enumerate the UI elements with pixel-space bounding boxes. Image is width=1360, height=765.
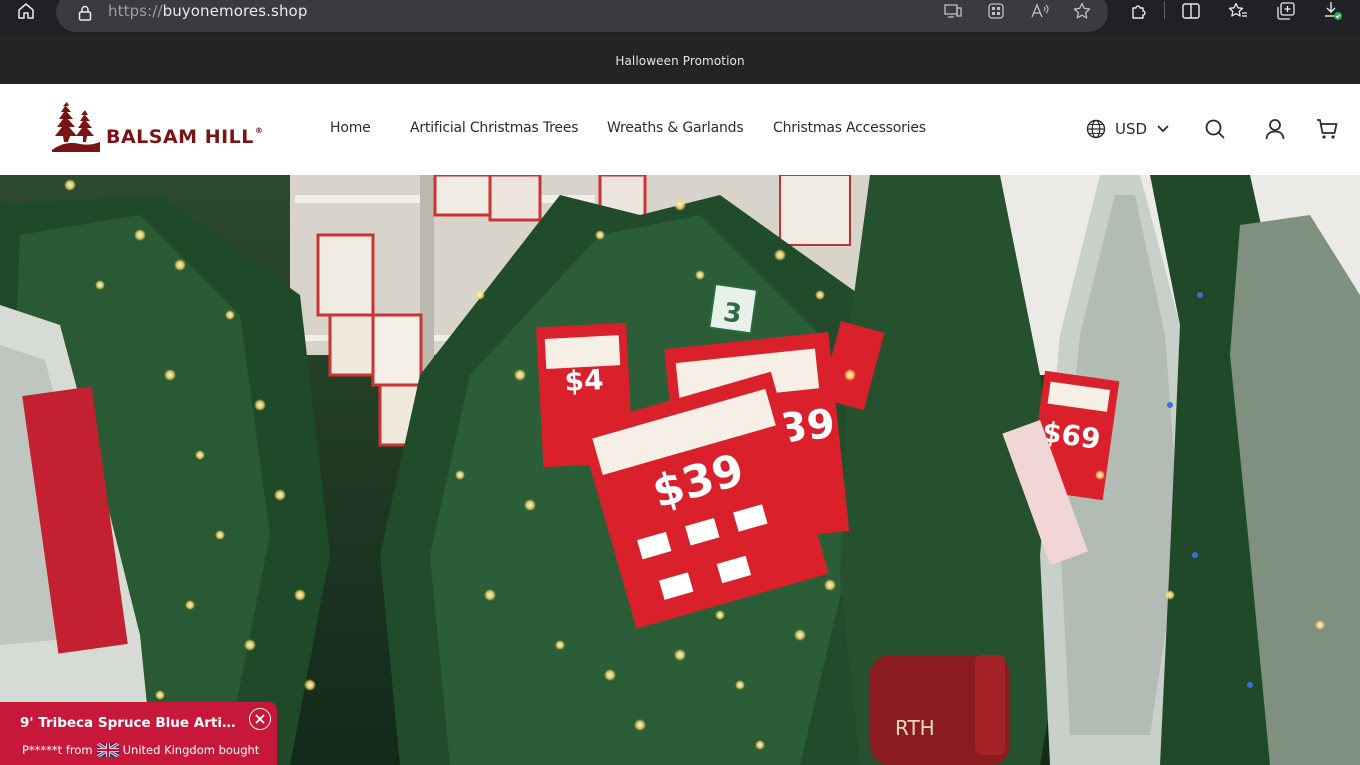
device-icon[interactable] [942,0,964,22]
extensions-icon[interactable] [1128,0,1150,22]
downloads-icon[interactable] [1322,0,1344,22]
toolbar-separator [1164,1,1165,19]
favorites-icon[interactable] [1227,0,1249,22]
logo-registered-mark: ® [254,126,264,135]
search-icon[interactable] [1204,118,1226,140]
collections-icon[interactable] [1275,0,1297,22]
url-host: buyonemores.shop [162,2,308,20]
url-text: https://buyonemores.shop [108,2,307,20]
home-icon[interactable] [12,0,40,22]
url-scheme: https:// [108,2,163,20]
browser-toolbar: https://buyonemores.shop [0,0,1360,37]
promo-text: Halloween Promotion [615,53,745,68]
hero-banner-image[interactable]: RTH $4 $39 $39 $69 3 [0,175,1360,765]
nav-artificial-christmas-trees[interactable]: Artificial Christmas Trees [410,120,579,136]
read-aloud-icon[interactable] [1029,0,1051,22]
uk-flag-icon [96,743,119,757]
tree-logo-icon [52,102,100,152]
lock-icon [77,4,93,22]
account-icon[interactable] [1264,118,1286,140]
site-logo[interactable]: BALSAM HILL® [50,100,280,160]
nav-home[interactable]: Home [330,120,371,136]
promo-bar[interactable]: Halloween Promotion [0,37,1360,84]
notification-buyer-line: P*****t from United Kingdom bought [22,743,259,757]
notification-buyer: P*****t from [22,743,93,757]
site-header: BALSAM HILL® Home Artificial Christmas T… [0,84,1360,175]
logo-text: BALSAM HILL® [106,126,263,148]
split-screen-icon[interactable] [1180,0,1202,22]
currency-selector[interactable]: USD [1086,119,1170,139]
logo-name: BALSAM HILL [106,126,254,148]
close-icon[interactable] [249,708,271,730]
chevron-down-icon [1157,125,1169,133]
nav-christmas-accessories[interactable]: Christmas Accessories [773,120,926,136]
apps-icon[interactable] [985,0,1007,22]
favorite-star-icon[interactable] [1071,0,1093,22]
website: Halloween Promotion BALSAM HILL® Home Ar… [0,37,1360,765]
nav-wreaths-garlands[interactable]: Wreaths & Garlands [607,120,744,136]
notification-product-title[interactable]: 9' Tribeca Spruce Blue Artificial ... [20,715,240,731]
price-tag-4: $4 [564,363,605,398]
mailbox-text: RTH [895,716,935,740]
notification-country: United Kingdom bought [122,743,260,757]
globe-icon [1086,119,1106,139]
cart-icon[interactable] [1316,118,1338,140]
currency-label: USD [1115,120,1148,138]
purchase-notification[interactable]: 9' Tribeca Spruce Blue Artificial ... P*… [0,702,277,765]
